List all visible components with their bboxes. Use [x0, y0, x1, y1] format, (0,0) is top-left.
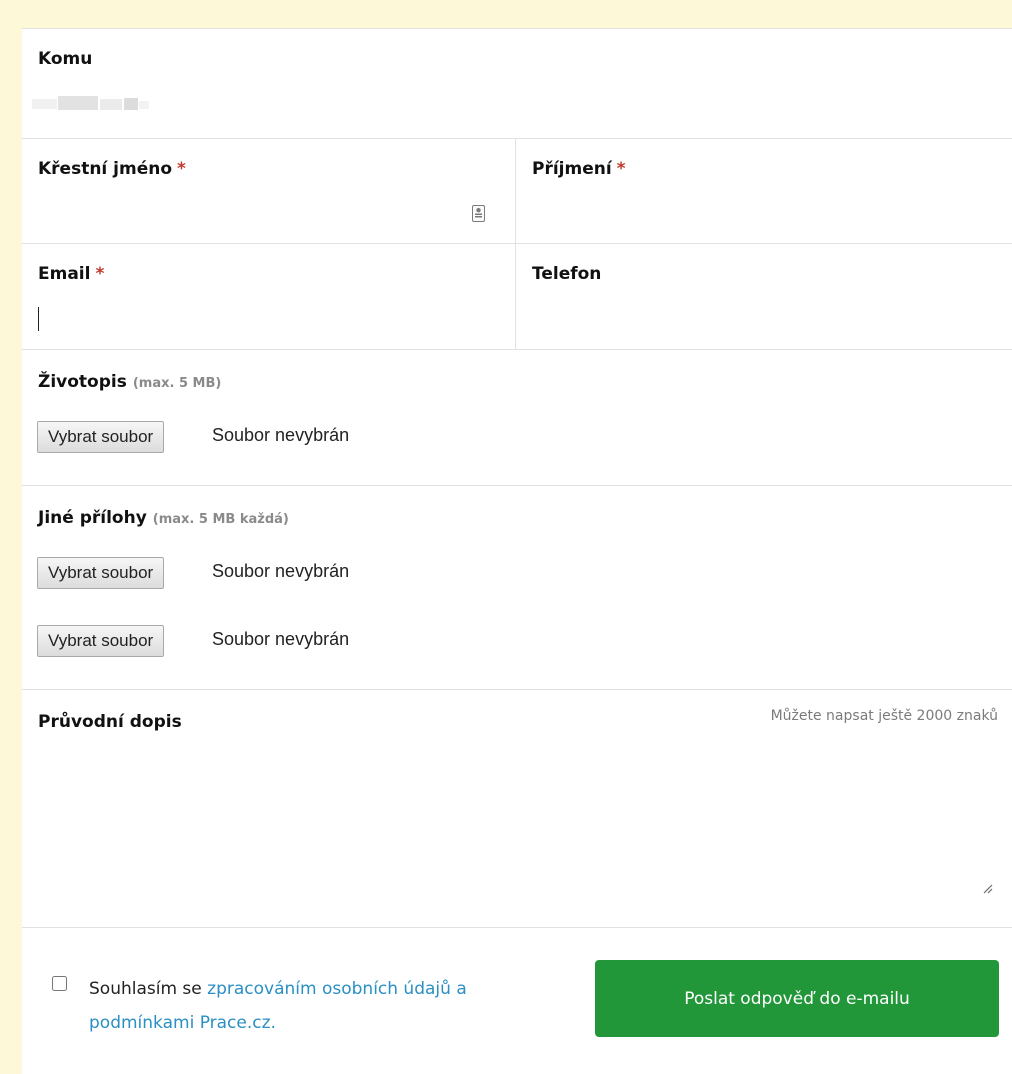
required-mark: *	[177, 159, 186, 179]
email-cell: Email *	[22, 244, 516, 349]
recipient-row: Komu	[22, 29, 1012, 139]
cv-label: Životopis (max. 5 MB)	[38, 372, 222, 392]
email-input[interactable]	[38, 304, 498, 334]
first-name-cell: Křestní jméno *	[22, 139, 516, 243]
first-name-input[interactable]	[38, 197, 458, 227]
cover-letter-row: Průvodní dopis Můžete napsat ještě 2000 …	[22, 690, 1012, 928]
email-label: Email *	[38, 264, 105, 284]
text-cursor	[38, 307, 39, 331]
last-name-input[interactable]	[532, 197, 992, 227]
character-counter: Můžete napsat ještě 2000 znaků	[770, 708, 998, 724]
attachments-row: Jiné přílohy (max. 5 MB každá) Vybrat sou…	[22, 486, 1012, 690]
contact-row: Email * Telefon	[22, 244, 1012, 350]
attachments-size-hint: (max. 5 MB každá)	[152, 512, 289, 527]
name-row: Křestní jméno * Příjmení *	[22, 139, 1012, 244]
cv-row: Životopis (max. 5 MB) Vybrat soubor Soubo…	[22, 350, 1012, 486]
last-name-cell: Příjmení *	[516, 139, 1012, 243]
resize-grip-icon[interactable]	[983, 884, 993, 894]
phone-cell: Telefon	[516, 244, 1012, 349]
contact-card-icon[interactable]	[472, 205, 485, 222]
required-mark: *	[95, 264, 105, 284]
submit-section: Souhlasím se zpracováním osobních údajů …	[22, 928, 1012, 1074]
cover-letter-textarea[interactable]	[38, 742, 988, 912]
recipient-label: Komu	[38, 49, 93, 69]
submit-button[interactable]: Poslat odpověď do e-mailu	[595, 960, 999, 1037]
cover-letter-label: Průvodní dopis	[38, 712, 182, 732]
attachment-2-file-status: Soubor nevybrán	[212, 629, 350, 649]
attachment-1-file-status: Soubor nevybrán	[212, 561, 350, 581]
required-mark: *	[616, 159, 626, 179]
cv-file-status: Soubor nevybrán	[212, 425, 350, 445]
phone-label: Telefon	[532, 264, 602, 284]
application-form: Komu Křestní jméno * Příjmení * Email * …	[22, 28, 1012, 1074]
attachment-1-choose-file-button[interactable]: Vybrat soubor	[37, 557, 165, 589]
cv-choose-file-button[interactable]: Vybrat soubor	[37, 421, 165, 453]
recipient-value-blurred	[32, 96, 149, 110]
consent-checkbox[interactable]	[52, 976, 67, 991]
attachment-2-choose-file-button[interactable]: Vybrat soubor	[37, 625, 165, 657]
last-name-label: Příjmení *	[532, 159, 626, 179]
first-name-label: Křestní jméno *	[38, 159, 186, 179]
phone-input[interactable]	[532, 304, 992, 334]
attachments-label: Jiné přílohy (max. 5 MB každá)	[38, 508, 289, 528]
consent-text: Souhlasím se zpracováním osobních údajů …	[89, 979, 467, 1033]
cv-size-hint: (max. 5 MB)	[132, 376, 222, 391]
